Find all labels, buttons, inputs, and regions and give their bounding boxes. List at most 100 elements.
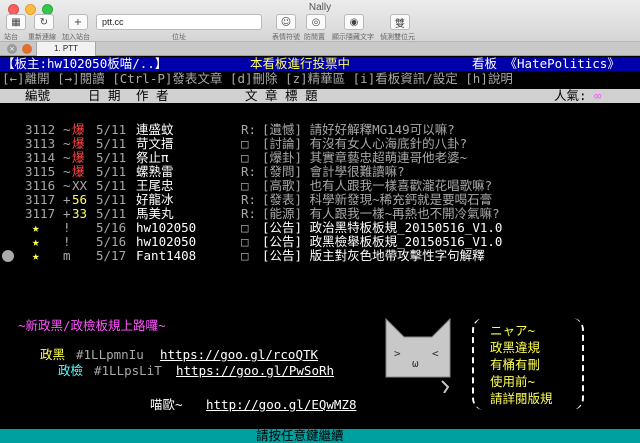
svg-text:ω: ω <box>412 357 419 370</box>
svg-text:>: > <box>394 347 401 360</box>
post-row[interactable]: 3117 +56 5/11 好龍冰 R: [發表] 科學新發現~稀充鈣就是要喝石膏 <box>0 193 640 207</box>
post-mark: ~ <box>63 164 71 179</box>
post-row[interactable]: 3112 ~ 爆 5/11 連盛蚊 R: [遺憾] 請好好解釋MG149可以嘛? <box>0 123 640 137</box>
reconnect-icon: ↻ <box>39 16 49 28</box>
post-date: 5/11 <box>96 206 127 221</box>
post-push-count: XX <box>72 178 88 193</box>
post-prefix: □ <box>241 150 249 165</box>
post-date: 5/17 <box>96 248 127 263</box>
col-popularity: 人氣: <box>554 88 587 103</box>
promo-line2-link[interactable]: https://goo.gl/PwSoRh <box>176 364 334 378</box>
post-number: 3117 <box>25 206 56 221</box>
post-number: ★ <box>32 248 40 263</box>
post-mark: ~ <box>63 150 71 165</box>
post-author: 好龍冰 <box>136 192 174 207</box>
help-bar: [←]離開 [→]閱讀 [Ctrl-P]發表文章 [d]刪除 [z]精華區 [i… <box>2 71 513 86</box>
post-author: hw102050 <box>136 234 197 249</box>
board-header: 【板主:hw102050板喵/..】 本看板進行投票中 看板 《HatePoli… <box>0 57 640 71</box>
post-row[interactable]: 3116 ~ XX 5/11 王尾忠 □ [高歌] 也有人跟我一樣喜歡瀧花唱歌嘛? <box>0 179 640 193</box>
post-row[interactable]: ★! 5/16 hw102050 □ [公告] 政黑檢舉板板規_20150516_V1.… <box>0 235 640 249</box>
post-author: 祭止π <box>136 150 169 165</box>
sites-label: 站台 <box>4 34 18 41</box>
post-prefix: □ <box>241 136 249 151</box>
post-author: hw102050 <box>136 220 197 235</box>
post-title: [能源] 有人跟我一樣~再熱也不開冷氣嘛? <box>262 206 500 221</box>
post-title: [發表] 科學新發現~稀充鈣就是要喝石膏 <box>262 192 493 207</box>
promo-line1-code: #1LLpmnIu <box>76 347 144 362</box>
footer-bar[interactable]: 請按任意鍵繼續 <box>0 429 640 443</box>
post-row[interactable]: ★! 5/16 hw102050 □ [公告] 政治黑特板板規_20150516_V1.… <box>0 221 640 235</box>
post-title: [發問] 會計學很難讀嘛? <box>262 164 405 179</box>
sites-icon: ▦ <box>11 16 21 28</box>
tab-close-icon[interactable]: × <box>7 44 17 54</box>
show-hidden-button[interactable]: ◉ <box>344 14 364 30</box>
post-mark: ! <box>63 234 71 249</box>
post-number: 3117 <box>25 192 56 207</box>
vote-notice: 本看板進行投票中 <box>250 56 351 71</box>
post-row[interactable]: ★ m 5/17 Fant1408 □ [公告] 版主對灰色地帶攻擊性字句解釋 <box>0 249 640 263</box>
post-number: 3115 <box>25 164 56 179</box>
col-title: 文 章 標 題 <box>245 88 318 103</box>
promo-line1-link[interactable]: https://goo.gl/rcoQTK <box>160 348 318 362</box>
anti-idle-icon: ◎ <box>311 16 321 28</box>
double-byte-icon: 雙 <box>395 18 405 30</box>
post-push-count: 爆 <box>72 164 85 179</box>
post-push-count: 爆 <box>72 150 85 165</box>
post-prefix: □ <box>241 248 249 263</box>
window-toolbar: Nally ▦ 站台 ↻ 重新連線 + 加入站台 ptt.cc 位址 ☺ 表情符… <box>0 0 640 42</box>
post-prefix: R: <box>241 122 257 137</box>
promo-line3-label: 喵歐~ <box>150 397 183 412</box>
moderator-info: 【板主:hw102050板喵/..】 <box>2 56 168 71</box>
post-title: [公告] 版主對灰色地帶攻擊性字句解釋 <box>262 248 485 263</box>
post-row[interactable]: 3113 ~ 爆 5/11 苛文搢 □ [討論] 有沒有女人心海底針的八卦? <box>0 137 640 151</box>
post-title: [公告] 政治黑特板板規_20150516_V1.0 <box>262 220 503 235</box>
reconnect-button[interactable]: ↻ <box>34 14 54 30</box>
sites-button[interactable]: ▦ <box>6 14 26 30</box>
show-hidden-label: 顯示隱藏文字 <box>332 34 374 41</box>
post-title: [公告] 政黑檢舉板板規_20150516_V1.0 <box>262 234 503 249</box>
post-title: [遺憾] 請好好解釋MG149可以嘛? <box>262 122 455 137</box>
bubble-line: 請詳閱版規 <box>490 391 553 406</box>
post-row[interactable]: 3115 ~ 爆 5/11 螺熟雷 R: [發問] 會計學很難讀嘛? <box>0 165 640 179</box>
window-title: Nally <box>308 2 332 13</box>
post-number: 3116 <box>25 178 56 193</box>
post-number: 3114 <box>25 150 56 165</box>
post-row[interactable]: 3114 ~ 爆 5/11 祭止π □ [爆卦] 其實章藝忠超萌連哥他老婆~ <box>0 151 640 165</box>
post-number: ★ <box>32 220 40 235</box>
post-push-count: 33 <box>72 206 88 221</box>
post-date: 5/11 <box>96 136 127 151</box>
promo-headline: ~新政黑/政檢板規上路囉~ <box>18 318 166 333</box>
post-author: Fant1408 <box>136 248 197 263</box>
post-prefix: R: <box>241 192 257 207</box>
post-mark: ~ <box>63 122 71 137</box>
press-any-key: 請按任意鍵繼續 <box>256 428 344 443</box>
emoticon-button[interactable]: ☺ <box>276 14 296 30</box>
post-mark: m <box>63 248 71 263</box>
promo-line3-link[interactable]: http://goo.gl/EQwMZ8 <box>206 398 357 412</box>
post-row[interactable]: 3117 +33 5/11 馬美丸 R: [能源] 有人跟我一樣~再熱也不開冷氣嘛? <box>0 207 640 221</box>
address-label: 位址 <box>172 34 186 41</box>
post-date: 5/11 <box>96 122 127 137</box>
selection-cursor-icon <box>2 250 14 262</box>
post-prefix: R: <box>241 164 257 179</box>
post-author: 王尾忠 <box>136 178 174 193</box>
add-site-icon: + <box>73 16 83 28</box>
promo-line2-label: 政檢 <box>58 363 84 378</box>
tab-bar: × 1. PTT <box>0 42 640 56</box>
promo-line2-code: #1LLpsLiT <box>94 363 162 378</box>
emoticon-icon: ☺ <box>280 16 292 28</box>
svg-text:<: < <box>432 347 439 360</box>
anti-idle-button[interactable]: ◎ <box>306 14 326 30</box>
post-author: 螺熟雷 <box>136 164 174 179</box>
column-header: 編號 日 期 作 者 文 章 標 題 人氣: ∞ <box>0 89 640 103</box>
reconnect-label: 重新連線 <box>28 34 56 41</box>
post-author: 馬美丸 <box>136 206 174 221</box>
post-push-count: 爆 <box>72 122 85 137</box>
board-name: 看板 《HatePolitics》 <box>472 56 620 71</box>
double-byte-button[interactable]: 雙 <box>390 14 410 30</box>
tab-ptt[interactable]: 1. PTT <box>36 42 96 56</box>
post-date: 5/16 <box>96 234 127 249</box>
address-input[interactable]: ptt.cc <box>96 14 262 30</box>
post-push-count: 爆 <box>72 136 85 151</box>
add-site-button[interactable]: + <box>68 14 88 30</box>
